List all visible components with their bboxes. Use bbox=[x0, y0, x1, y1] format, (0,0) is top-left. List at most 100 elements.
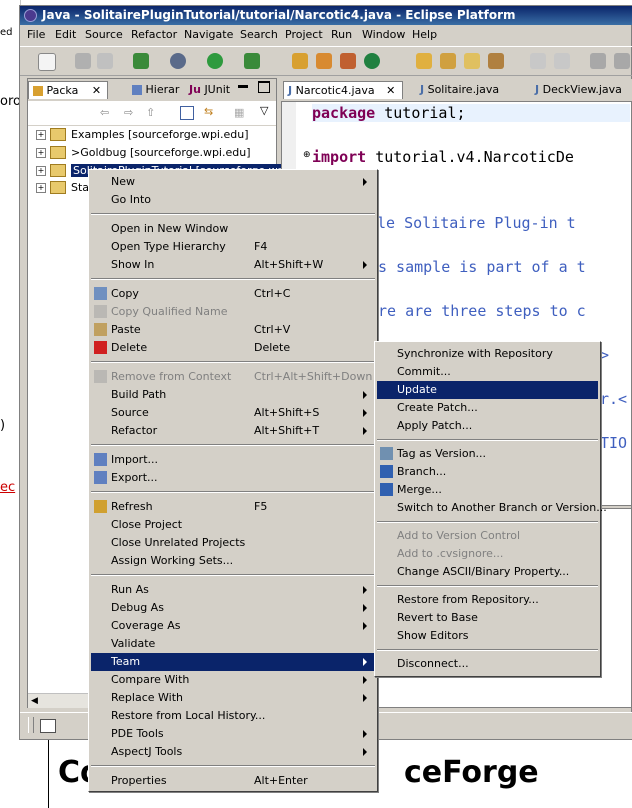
next-annotation-icon[interactable] bbox=[530, 53, 546, 69]
menu-file[interactable]: File bbox=[27, 28, 45, 41]
menu-item-assign-working-sets[interactable]: Assign Working Sets... bbox=[91, 552, 375, 570]
menu-edit[interactable]: Edit bbox=[55, 28, 76, 41]
menu-item-paste[interactable]: Paste Ctrl+V bbox=[91, 321, 375, 339]
menu-item-aspectj-tools[interactable]: AspectJ Tools bbox=[91, 743, 375, 761]
menu-item-shortcut: Alt+Shift+T bbox=[254, 424, 320, 437]
menu-search[interactable]: Search bbox=[240, 28, 278, 41]
menu-item-replace-with[interactable]: Replace With bbox=[91, 689, 375, 707]
menu-item-debug-as[interactable]: Debug As bbox=[91, 599, 375, 617]
menu-item-show-editors[interactable]: Show Editors bbox=[377, 627, 598, 645]
menu-item-disconnect[interactable]: Disconnect... bbox=[377, 655, 598, 673]
forward-icon[interactable]: ⇨ bbox=[124, 106, 133, 119]
new-enum-icon[interactable] bbox=[364, 53, 380, 69]
menu-item-open-in-new-window[interactable]: Open in New Window bbox=[91, 220, 375, 238]
expand-icon[interactable]: + bbox=[36, 166, 46, 176]
menu-item-restore-from-repository[interactable]: Restore from Repository... bbox=[377, 591, 598, 609]
new-java-project-icon[interactable] bbox=[133, 53, 149, 69]
minimize-icon[interactable] bbox=[238, 85, 248, 88]
menu-item-build-path[interactable]: Build Path bbox=[91, 386, 375, 404]
up-icon[interactable]: ⇧ bbox=[146, 106, 155, 119]
close-icon[interactable]: ✕ bbox=[386, 84, 395, 97]
open-task-icon[interactable] bbox=[440, 53, 456, 69]
menu-navigate[interactable]: Navigate bbox=[184, 28, 233, 41]
menu-item-export[interactable]: Export... bbox=[91, 469, 375, 487]
menu-item-run-as[interactable]: Run As bbox=[91, 581, 375, 599]
tab-narcotic4[interactable]: J Narcotic4.java ✕ bbox=[283, 81, 403, 99]
menu-item-go-into[interactable]: Go Into bbox=[91, 191, 375, 209]
project-folder-icon bbox=[50, 146, 66, 159]
tab-junit[interactable]: Ju JUnit bbox=[185, 81, 237, 99]
new-interface-icon[interactable] bbox=[340, 53, 356, 69]
menu-item-refactor[interactable]: Refactor Alt+Shift+T bbox=[91, 422, 375, 440]
menu-item-update[interactable]: Update bbox=[377, 381, 598, 399]
collapse-all-icon[interactable] bbox=[180, 106, 194, 120]
fast-view-icon[interactable] bbox=[40, 719, 56, 733]
external-tools-icon[interactable] bbox=[244, 53, 260, 69]
tab-hierarchy[interactable]: Hierar bbox=[128, 81, 184, 99]
menu-item-create-patch[interactable]: Create Patch... bbox=[377, 399, 598, 417]
menu-refactor[interactable]: Refactor bbox=[131, 28, 177, 41]
scroll-left-icon[interactable]: ◀ bbox=[31, 696, 38, 706]
menu-source[interactable]: Source bbox=[85, 28, 123, 41]
forward-icon[interactable] bbox=[614, 53, 630, 69]
menu-item-merge[interactable]: Merge... bbox=[377, 481, 598, 499]
link-with-editor-icon[interactable]: ⇆ bbox=[204, 105, 213, 118]
menu-window[interactable]: Window bbox=[362, 28, 405, 41]
prev-annotation-icon[interactable] bbox=[554, 53, 570, 69]
menu-item-switch-to-another-branch-or-version[interactable]: Switch to Another Branch or Version... bbox=[377, 499, 607, 517]
menu-item-apply-patch[interactable]: Apply Patch... bbox=[377, 417, 598, 435]
menu-item-tag-as-version[interactable]: Tag as Version... bbox=[377, 445, 598, 463]
menu-project[interactable]: Project bbox=[285, 28, 323, 41]
menu-item-pde-tools[interactable]: PDE Tools bbox=[91, 725, 375, 743]
new-icon[interactable] bbox=[38, 53, 56, 71]
title-bar[interactable]: Java - SolitairePluginTutorial/tutorial/… bbox=[20, 6, 632, 25]
save-icon[interactable] bbox=[75, 53, 91, 69]
tab-deckview[interactable]: J DeckView.java bbox=[531, 81, 631, 99]
expand-icon[interactable]: + bbox=[36, 183, 46, 193]
close-icon[interactable]: ✕ bbox=[92, 84, 101, 97]
view-menu-icon[interactable]: ▽ bbox=[260, 104, 268, 117]
fold-icon[interactable]: ⊕ bbox=[303, 150, 311, 160]
menu-item-close-project[interactable]: Close Project bbox=[91, 516, 375, 534]
menu-item-properties[interactable]: Properties Alt+Enter bbox=[91, 772, 375, 790]
menu-item-open-type-hierarchy[interactable]: Open Type Hierarchy F4 bbox=[91, 238, 375, 256]
back-icon[interactable]: ⇦ bbox=[100, 106, 109, 119]
tab-solitaire[interactable]: J Solitaire.java bbox=[416, 81, 526, 99]
menu-item-new[interactable]: New bbox=[91, 173, 375, 191]
run-icon[interactable] bbox=[207, 53, 223, 69]
menu-item-restore-from-local-history[interactable]: Restore from Local History... bbox=[91, 707, 375, 725]
bg-link-fragment[interactable]: ec bbox=[0, 480, 15, 495]
menu-item-refresh[interactable]: Refresh F5 bbox=[91, 498, 375, 516]
menu-item-revert-to-base[interactable]: Revert to Base bbox=[377, 609, 598, 627]
menu-item-copy[interactable]: Copy Ctrl+C bbox=[91, 285, 375, 303]
menu-item-commit[interactable]: Commit... bbox=[377, 363, 598, 381]
back-icon[interactable] bbox=[590, 53, 606, 69]
filter-icon[interactable]: ▦ bbox=[234, 106, 244, 119]
new-class-icon[interactable] bbox=[316, 53, 332, 69]
menu-run[interactable]: Run bbox=[331, 28, 352, 41]
menu-item-coverage-as[interactable]: Coverage As bbox=[91, 617, 375, 635]
expand-icon[interactable]: + bbox=[36, 148, 46, 158]
menu-item-branch[interactable]: Branch... bbox=[377, 463, 598, 481]
debug-icon[interactable] bbox=[170, 53, 186, 69]
menu-item-delete[interactable]: Delete Delete bbox=[91, 339, 375, 357]
search-icon[interactable] bbox=[488, 53, 504, 69]
menu-help[interactable]: Help bbox=[412, 28, 437, 41]
menu-item-import[interactable]: Import... bbox=[91, 451, 375, 469]
menu-item-compare-with[interactable]: Compare With bbox=[91, 671, 375, 689]
submenu-arrow-icon bbox=[363, 730, 367, 738]
menu-item-change-ascii-binary-property[interactable]: Change ASCII/Binary Property... bbox=[377, 563, 598, 581]
menu-item-synchronize-with-repository[interactable]: Synchronize with Repository bbox=[377, 345, 598, 363]
maximize-icon[interactable] bbox=[258, 81, 270, 93]
open-resource-icon[interactable] bbox=[464, 53, 480, 69]
open-type-icon[interactable] bbox=[416, 53, 432, 69]
menu-item-validate[interactable]: Validate bbox=[91, 635, 375, 653]
menu-item-close-unrelated-projects[interactable]: Close Unrelated Projects bbox=[91, 534, 375, 552]
new-package-icon[interactable] bbox=[292, 53, 308, 69]
expand-icon[interactable]: + bbox=[36, 130, 46, 140]
menu-item-show-in[interactable]: Show In Alt+Shift+W bbox=[91, 256, 375, 274]
tab-package-explorer[interactable]: Packa ✕ bbox=[28, 81, 108, 99]
menu-item-source[interactable]: Source Alt+Shift+S bbox=[91, 404, 375, 422]
print-icon[interactable] bbox=[97, 53, 113, 69]
menu-item-team[interactable]: Team bbox=[91, 653, 375, 671]
